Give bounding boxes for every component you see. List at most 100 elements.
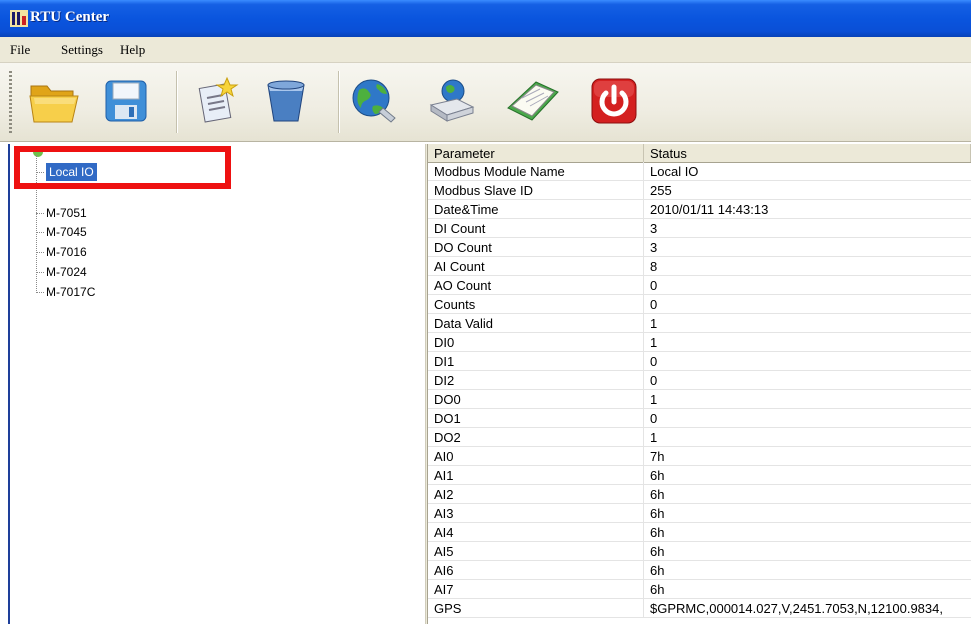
tree-item-label: M-7024 — [46, 265, 87, 279]
grid-header: Parameter Status — [428, 144, 971, 163]
table-row[interactable]: GPS $GPRMC,000014.027,V,2451.7053,N,12100… — [428, 599, 971, 618]
table-row[interactable]: DO0 1 — [428, 390, 971, 409]
status-cell: 0 — [650, 354, 658, 369]
status-cell: 6h — [650, 487, 665, 502]
column-header-parameter[interactable]: Parameter — [428, 144, 644, 162]
parameter-cell: DI1 — [428, 352, 644, 370]
column-header-status[interactable]: Status — [644, 144, 971, 162]
parameter-cell: AI5 — [428, 542, 644, 560]
exit-button[interactable] — [586, 73, 642, 129]
parameter-cell: AI3 — [428, 504, 644, 522]
status-cell: 7h — [650, 449, 665, 464]
table-row[interactable]: AI2 6h — [428, 485, 971, 504]
open-folder-icon — [29, 85, 79, 123]
parameter-cell: DO Count — [428, 238, 644, 256]
status-cell: 8 — [650, 259, 658, 274]
table-row[interactable]: Modbus Slave ID 255 — [428, 181, 971, 200]
device-button[interactable] — [424, 73, 480, 129]
status-cell: 0 — [650, 297, 658, 312]
table-row[interactable]: DO Count 3 — [428, 238, 971, 257]
title-bar[interactable]: RTU Center — [0, 0, 971, 37]
toolbar-separator — [176, 71, 177, 133]
status-cell: $GPRMC,000014.027,V,2451.7053,N,12100.98… — [650, 601, 943, 616]
table-row[interactable]: AO Count 0 — [428, 276, 971, 295]
tree-item-m-7016[interactable]: M-7016 — [36, 244, 87, 260]
menu-help[interactable]: Help — [120, 42, 145, 58]
parameter-cell: DO2 — [428, 428, 644, 446]
table-row[interactable]: DI2 0 — [428, 371, 971, 390]
menu-bar: File Settings Help — [0, 37, 971, 63]
status-cell: 0 — [650, 373, 658, 388]
table-row[interactable]: Data Valid 1 — [428, 314, 971, 333]
toolbar — [0, 63, 971, 142]
rtu-center-window: RTU Center File Settings Help Local IO M… — [0, 0, 971, 624]
table-row[interactable]: DI Count 3 — [428, 219, 971, 238]
status-cell: 1 — [650, 430, 658, 445]
status-cell: Local IO — [650, 164, 699, 179]
parameter-cell: DI Count — [428, 219, 644, 237]
table-row[interactable]: Date&Time 2010/01/11 14:43:13 — [428, 200, 971, 219]
table-row[interactable]: AI0 7h — [428, 447, 971, 466]
parameter-cell: AI1 — [428, 466, 644, 484]
menu-file[interactable]: File — [10, 42, 30, 58]
menu-settings[interactable]: Settings — [61, 42, 103, 58]
tree-item-m-7024[interactable]: M-7024 — [36, 264, 87, 280]
status-cell: 3 — [650, 221, 658, 236]
table-row[interactable]: AI6 6h — [428, 561, 971, 580]
parameter-cell: Date&Time — [428, 200, 644, 218]
parameter-cell: DO1 — [428, 409, 644, 427]
parameter-cell: AI7 — [428, 580, 644, 598]
parameter-cell: AI0 — [428, 447, 644, 465]
tree-item-label: M-7045 — [46, 225, 87, 239]
parameter-cell: AI6 — [428, 561, 644, 579]
parameter-cell: Data Valid — [428, 314, 644, 332]
status-cell: 2010/01/11 14:43:13 — [650, 202, 769, 217]
toolbar-grip[interactable] — [9, 71, 12, 133]
power-exit-icon — [591, 78, 637, 124]
status-cell: 1 — [650, 392, 658, 407]
table-row[interactable]: AI4 6h — [428, 523, 971, 542]
app-icon — [10, 10, 28, 27]
table-row[interactable]: DI1 0 — [428, 352, 971, 371]
parameter-cell: DI0 — [428, 333, 644, 351]
tree-item-m-7045[interactable]: M-7045 — [36, 224, 87, 240]
table-row[interactable]: DO1 0 — [428, 409, 971, 428]
log-button[interactable] — [505, 73, 561, 129]
annotation-highlight-box — [14, 146, 231, 189]
table-row[interactable]: Counts 0 — [428, 295, 971, 314]
toolbar-separator — [338, 71, 339, 133]
tree-item-label: M-7017C — [46, 285, 96, 299]
recycle-bin-icon — [267, 80, 305, 122]
status-cell: 6h — [650, 525, 665, 540]
tree-item-label: M-7051 — [46, 206, 87, 220]
open-button[interactable] — [26, 73, 82, 129]
tree-item-m-7051[interactable]: M-7051 — [36, 205, 87, 221]
parameter-grid[interactable]: Parameter Status Modbus Module Name Local… — [428, 144, 971, 624]
parameter-cell: DI2 — [428, 371, 644, 389]
status-cell: 255 — [650, 183, 672, 198]
parameter-cell: AI2 — [428, 485, 644, 503]
parameter-cell: GPS — [428, 599, 644, 617]
table-row[interactable]: DO2 1 — [428, 428, 971, 447]
status-cell: 1 — [650, 316, 658, 331]
modem-device-icon — [429, 79, 475, 122]
table-row[interactable]: AI Count 8 — [428, 257, 971, 276]
table-row[interactable]: DI0 1 — [428, 333, 971, 352]
window-title: RTU Center — [30, 9, 110, 25]
table-row[interactable]: AI1 6h — [428, 466, 971, 485]
save-button[interactable] — [98, 73, 154, 129]
status-cell: 6h — [650, 582, 665, 597]
parameter-cell: AO Count — [428, 276, 644, 294]
connect-button[interactable] — [346, 73, 402, 129]
table-row[interactable]: Modbus Module Name Local IO — [428, 162, 971, 181]
table-row[interactable]: AI7 6h — [428, 580, 971, 599]
tree-item-m-7017c[interactable]: M-7017C — [36, 284, 95, 300]
parameter-cell: Modbus Slave ID — [428, 181, 644, 199]
save-disk-icon — [105, 80, 147, 122]
notebook-icon — [507, 81, 559, 121]
delete-button[interactable] — [258, 73, 314, 129]
table-row[interactable]: AI3 6h — [428, 504, 971, 523]
parameter-cell: Counts — [428, 295, 644, 313]
new-button[interactable] — [188, 73, 244, 129]
table-row[interactable]: AI5 6h — [428, 542, 971, 561]
